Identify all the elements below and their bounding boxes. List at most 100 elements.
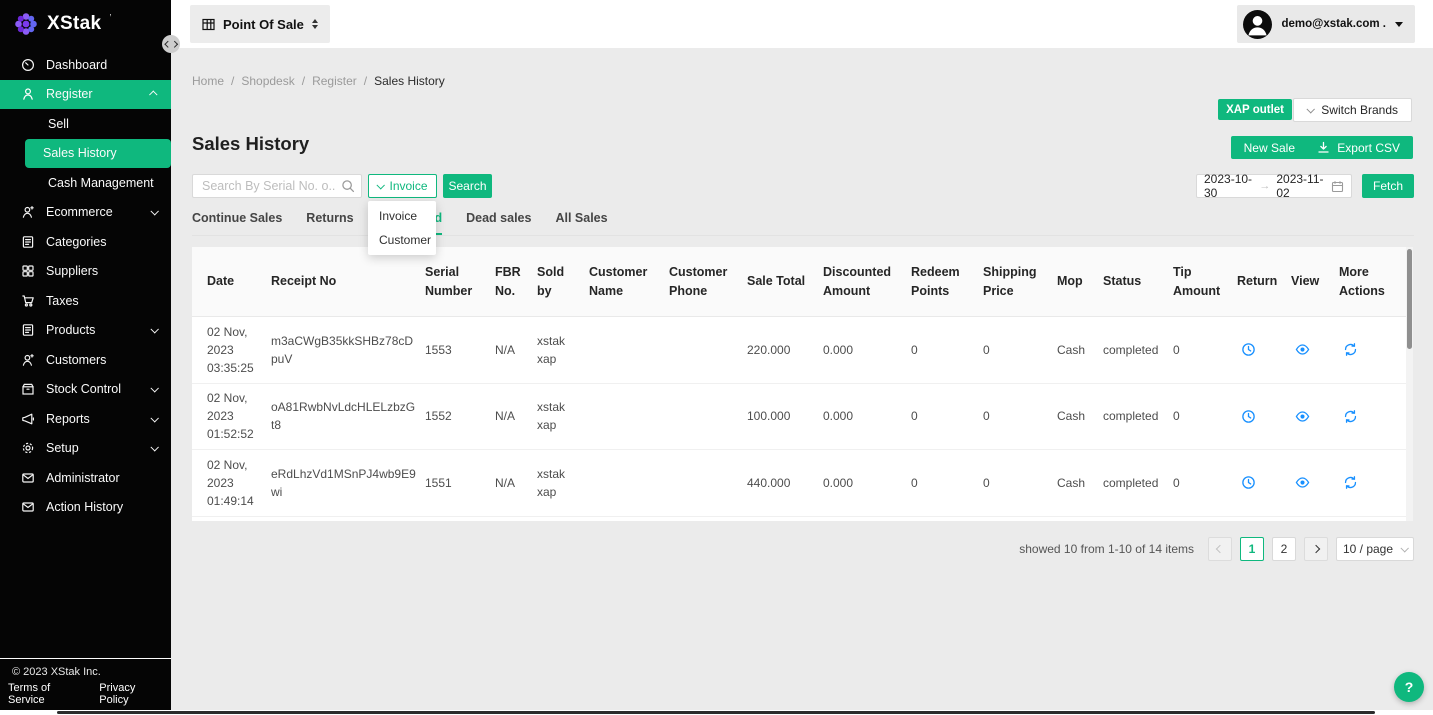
tab-returns[interactable]: Returns [306, 211, 353, 235]
calendar-icon [1331, 180, 1344, 193]
cell-fbr-no: N/A [495, 474, 537, 492]
pagination-next-button[interactable] [1304, 537, 1328, 561]
cell-discounted-amount: 0.000 [823, 407, 911, 425]
view-icon[interactable] [1291, 475, 1339, 490]
stock-control-icon [20, 382, 35, 396]
reports-icon [20, 412, 35, 426]
page-size-value: 10 / page [1343, 542, 1393, 556]
search-input[interactable] [192, 174, 362, 198]
cell-sale-total: 220.000 [747, 341, 823, 359]
col-view: View [1291, 272, 1339, 290]
cell-shipping-price: 0 [983, 407, 1057, 425]
sidebar-item-label: Administrator [46, 471, 157, 485]
table-scrollbar[interactable] [1406, 247, 1413, 521]
sidebar-item-sales-history[interactable]: Sales History [25, 139, 171, 169]
cell-fbr-no: N/A [495, 407, 537, 425]
ecommerce-icon [20, 205, 35, 219]
sidebar-item-action-history[interactable]: Action History [0, 493, 171, 523]
export-csv-button[interactable]: Export CSV [1304, 136, 1413, 159]
tab-continue-sales[interactable]: Continue Sales [192, 211, 282, 235]
sidebar-item-setup[interactable]: Setup [0, 434, 171, 464]
switch-brands-button[interactable]: Switch Brands [1293, 98, 1412, 122]
dropdown-option-invoice[interactable]: Invoice [368, 204, 436, 228]
date-range-picker[interactable]: 2023-10-30 → 2023-11-02 [1196, 174, 1352, 198]
col-discounted-amount: Discounted Amount [823, 263, 911, 299]
sidebar-collapse-button[interactable] [162, 35, 180, 53]
tab-dead-sales[interactable]: Dead sales [466, 211, 531, 235]
breadcrumb-register[interactable]: Register [312, 74, 357, 88]
view-icon[interactable] [1291, 342, 1339, 357]
cell-shipping-price: 0 [983, 474, 1057, 492]
search-type-select[interactable]: Invoice [368, 174, 437, 198]
sync-icon[interactable] [1339, 409, 1397, 424]
chevron-right-icon [1312, 545, 1320, 553]
gear-icon [20, 441, 35, 455]
app-selector[interactable]: Point Of Sale [190, 5, 330, 43]
sidebar-item-register[interactable]: Register [0, 80, 171, 110]
dropdown-option-customer[interactable]: Customer [368, 228, 436, 252]
fetch-button[interactable]: Fetch [1362, 174, 1414, 198]
col-status: Status [1103, 272, 1173, 290]
products-icon [20, 323, 35, 337]
return-action-icon[interactable] [1237, 475, 1291, 490]
tab-all-sales[interactable]: All Sales [555, 211, 607, 235]
breadcrumb-sales-history: Sales History [374, 74, 445, 88]
sidebar-item-stock-control[interactable]: Stock Control [0, 375, 171, 405]
breadcrumb-shopdesk[interactable]: Shopdesk [241, 74, 294, 88]
user-email: demo@xstak.com . [1281, 18, 1386, 30]
sidebar-item-categories[interactable]: Categories [0, 227, 171, 257]
page-title: Sales History [192, 133, 309, 155]
cell-serial-number: 1553 [425, 341, 495, 359]
new-sale-button[interactable]: New Sale [1231, 136, 1308, 159]
horizontal-scrollbar-thumb[interactable] [57, 711, 1375, 714]
sidebar-item-cash-management[interactable]: Cash Management [0, 168, 171, 198]
page-size-select[interactable]: 10 / page [1336, 537, 1414, 561]
pagination-page-2[interactable]: 2 [1272, 537, 1296, 561]
cell-status: completed [1103, 474, 1173, 492]
scrollbar-thumb[interactable] [1407, 249, 1412, 349]
help-button[interactable]: ? [1394, 672, 1424, 702]
brand-logo[interactable]: XStak ’ [0, 0, 171, 46]
cell-sold-by: xstak xap [537, 332, 589, 368]
sidebar-item-label: Action History [46, 500, 157, 514]
sidebar-item-label: Categories [46, 235, 157, 249]
pagination-page-1[interactable]: 1 [1240, 537, 1264, 561]
terms-of-service-link[interactable]: Terms of Service [8, 682, 84, 706]
sidebar-item-suppliers[interactable]: Suppliers [0, 257, 171, 287]
chevron-left-icon [1216, 545, 1224, 553]
sidebar-item-administrator[interactable]: Administrator [0, 463, 171, 493]
search-button[interactable]: Search [443, 174, 492, 198]
privacy-policy-link[interactable]: Privacy Policy [99, 682, 163, 706]
sidebar-item-sell[interactable]: Sell [0, 109, 171, 139]
outlet-badge: XAP outlet [1218, 99, 1292, 120]
sidebar-footer: © 2023 XStak Inc. Terms of Service Priva… [0, 658, 171, 708]
view-icon[interactable] [1291, 409, 1339, 424]
cell-discounted-amount: 0.000 [823, 474, 911, 492]
col-shipping-price: Shipping Price [983, 263, 1057, 299]
breadcrumb-home[interactable]: Home [192, 74, 224, 88]
user-menu[interactable]: demo@xstak.com . [1237, 5, 1415, 43]
col-sale-total: Sale Total [747, 272, 823, 290]
date-from-value[interactable]: 2023-10-30 [1204, 172, 1253, 200]
col-return: Return [1237, 272, 1291, 290]
sidebar-item-dashboard[interactable]: Dashboard [0, 50, 171, 80]
sync-icon[interactable] [1339, 475, 1397, 490]
pagination-prev-button[interactable] [1208, 537, 1232, 561]
sidebar-item-ecommerce[interactable]: Ecommerce [0, 198, 171, 228]
breadcrumb-separator: / [364, 74, 367, 88]
sync-icon[interactable] [1339, 342, 1397, 357]
sidebar-item-reports[interactable]: Reports [0, 404, 171, 434]
register-icon [20, 87, 35, 101]
search-type-value: Invoice [389, 179, 427, 193]
pagination-summary: showed 10 from 1-10 of 14 items [1019, 542, 1194, 556]
return-action-icon[interactable] [1237, 409, 1291, 424]
date-to-value[interactable]: 2023-11-02 [1276, 172, 1325, 200]
sidebar-item-products[interactable]: Products [0, 316, 171, 346]
table-row: 02 Nov, 2023 01:49:14 eRdLhzVd1MSnPJ4wb9… [192, 450, 1406, 517]
sidebar-item-customers[interactable]: Customers [0, 345, 171, 375]
cell-sale-total: 440.000 [747, 474, 823, 492]
cell-mop: Cash [1057, 407, 1103, 425]
return-action-icon[interactable] [1237, 342, 1291, 357]
sidebar-item-taxes[interactable]: Taxes [0, 286, 171, 316]
cell-discounted-amount: 0.000 [823, 341, 911, 359]
